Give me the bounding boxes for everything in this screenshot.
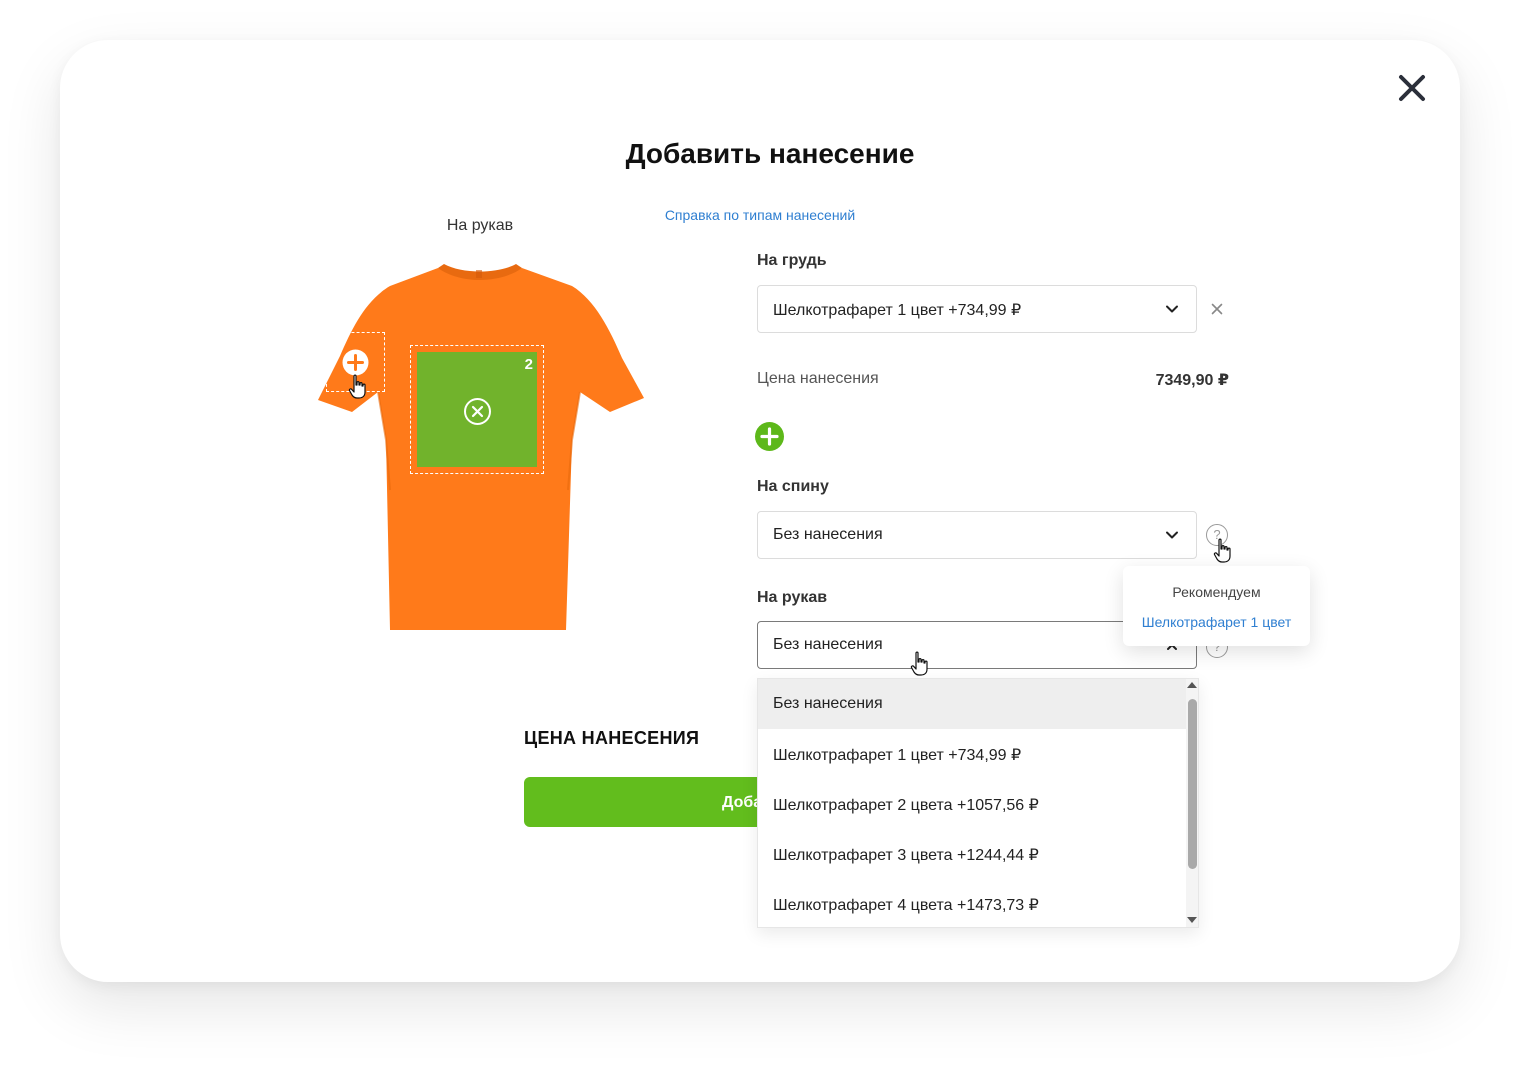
sleeve-options-dropdown: Без нанесения Шелкотрафарет 1 цвет +734,… bbox=[757, 678, 1199, 928]
scrollbar-thumb[interactable] bbox=[1188, 699, 1197, 869]
zone-number: 2 bbox=[524, 356, 533, 373]
scroll-up-arrow-icon[interactable] bbox=[1187, 682, 1197, 688]
front-print-zone[interactable]: 2 bbox=[410, 345, 544, 474]
chest-application-select[interactable]: Шелкотрафарет 1 цвет +734,99 ₽ bbox=[757, 285, 1197, 333]
total-price-label: ЦЕНА НАНЕСЕНИЯ bbox=[524, 728, 700, 748]
chest-label: На грудь bbox=[757, 252, 827, 269]
remove-chest-icon[interactable] bbox=[1209, 301, 1225, 317]
application-types-help-link[interactable]: Справка по типам нанесений bbox=[620, 207, 900, 223]
scroll-down-arrow-icon[interactable] bbox=[1187, 917, 1197, 923]
dropdown-option[interactable]: Шелкотрафарет 4 цвета +1473,73 ₽ bbox=[758, 879, 1186, 927]
chest-price-value: 7349,90 ₽ bbox=[1155, 372, 1229, 389]
hand-cursor-icon bbox=[1213, 538, 1235, 569]
modal-title: Добавить нанесение bbox=[625, 138, 915, 169]
dropdown-option[interactable]: Без нанесения bbox=[758, 679, 1186, 729]
sleeve-select-value: Без нанесения bbox=[773, 636, 883, 653]
close-icon[interactable] bbox=[1396, 72, 1428, 104]
recommendation-tooltip: Рекомендуем Шелкотрафарет 1 цвет bbox=[1123, 566, 1310, 646]
add-application-button[interactable] bbox=[755, 422, 784, 451]
back-select-value: Без нанесения bbox=[773, 526, 883, 543]
dropdown-option[interactable]: Шелкотрафарет 1 цвет +734,99 ₽ bbox=[758, 729, 1186, 779]
plus-icon bbox=[760, 427, 779, 446]
tooltip-recommended-link[interactable]: Шелкотрафарет 1 цвет bbox=[1123, 614, 1310, 630]
hand-cursor-icon bbox=[348, 374, 370, 405]
chest-price-label: Цена нанесения bbox=[757, 370, 879, 387]
preview-caption: На рукав bbox=[446, 217, 514, 234]
back-application-select[interactable]: Без нанесения bbox=[757, 511, 1197, 559]
chevron-down-icon bbox=[1166, 531, 1178, 539]
dropdown-option[interactable]: Шелкотрафарет 2 цвета +1057,56 ₽ bbox=[758, 779, 1186, 829]
back-label: На спину bbox=[757, 478, 829, 495]
tooltip-title: Рекомендуем bbox=[1172, 584, 1261, 600]
remove-circle-icon[interactable] bbox=[463, 397, 492, 431]
dropdown-option[interactable]: Шелкотрафарет 3 цвета +1244,44 ₽ bbox=[758, 829, 1186, 879]
chevron-down-icon bbox=[1166, 305, 1178, 313]
chest-select-value: Шелкотрафарет 1 цвет +734,99 ₽ bbox=[773, 302, 1022, 319]
sleeve-label: На рукав bbox=[757, 589, 828, 606]
